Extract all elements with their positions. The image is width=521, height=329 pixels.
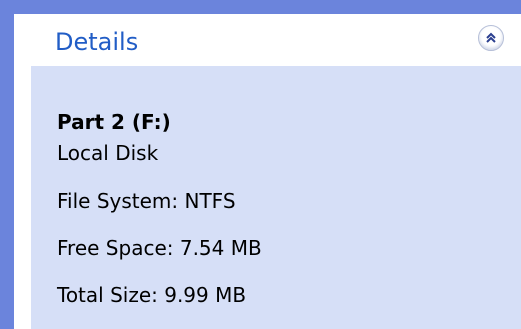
drive-name: Part 2 (F:)	[57, 110, 171, 134]
task-pane-background-left	[0, 0, 14, 329]
double-chevron-up-icon	[486, 32, 496, 43]
file-system-info: File System: NTFS	[57, 189, 236, 213]
collapse-button[interactable]	[478, 25, 504, 51]
details-title: Details	[55, 28, 139, 56]
details-panel: Details Part 2 (F:) Local Disk File Syst…	[31, 18, 521, 329]
details-body: Part 2 (F:) Local Disk File System: NTFS…	[31, 66, 521, 329]
details-header[interactable]: Details	[31, 18, 521, 66]
drive-type: Local Disk	[57, 141, 159, 165]
free-space-info: Free Space: 7.54 MB	[57, 236, 262, 260]
task-pane-background-top	[0, 0, 521, 14]
total-size-info: Total Size: 9.99 MB	[57, 283, 247, 307]
